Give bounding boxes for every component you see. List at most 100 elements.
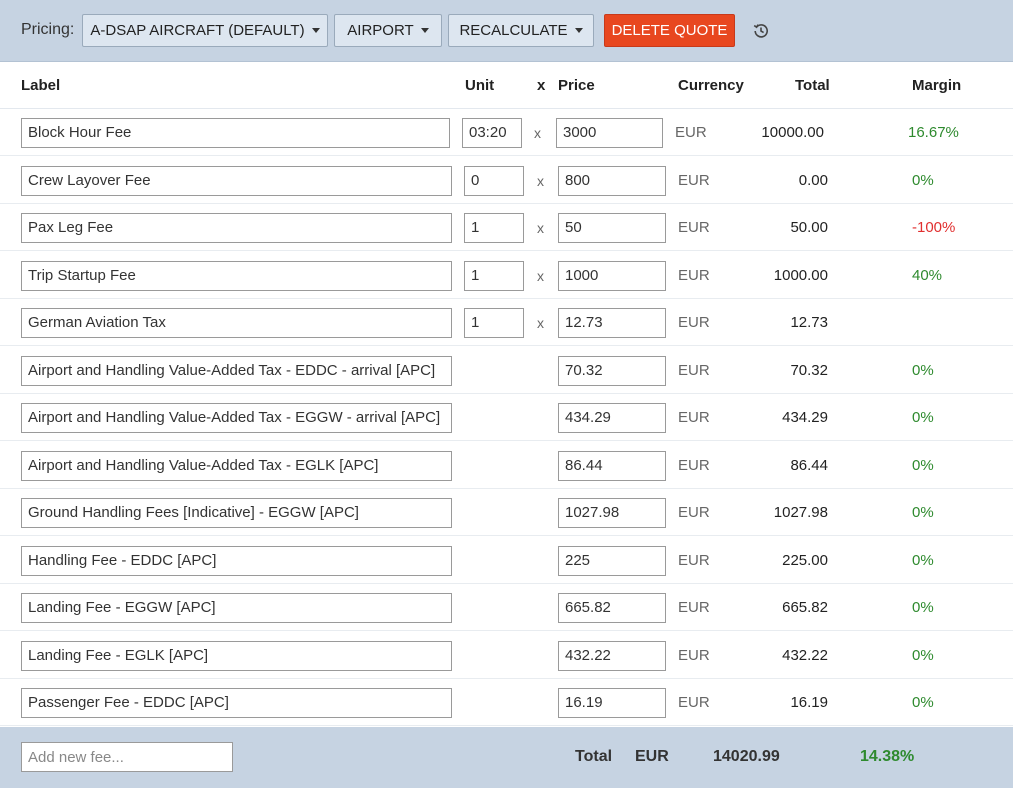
fee-row: Handling Fee - EDDC [APC] 225 EUR 225.00 0%	[0, 537, 1013, 584]
fee-margin: 0%	[912, 694, 934, 711]
fee-row: Airport and Handling Value-Added Tax - E…	[0, 394, 1013, 441]
airport-dropdown-label: AIRPORT	[347, 22, 414, 39]
fee-unit-input[interactable]: 03:20	[462, 118, 522, 148]
fee-total: 12.73	[790, 314, 828, 331]
row-divider	[0, 630, 1013, 631]
recalculate-dropdown-button[interactable]: RECALCULATE	[448, 14, 594, 47]
pricing-label: Pricing:	[21, 21, 75, 38]
pricing-toolbar: Pricing: A-DSAP AIRCRAFT (DEFAULT) AIRPO…	[0, 0, 1013, 62]
fee-row: Ground Handling Fees [Indicative] - EGGW…	[0, 489, 1013, 536]
fee-total: 225.00	[782, 552, 828, 569]
fee-margin: 0%	[912, 504, 934, 521]
fee-currency: EUR	[678, 504, 710, 521]
col-currency: Currency	[678, 77, 744, 94]
fee-unit-input[interactable]: 1	[464, 261, 524, 291]
fee-currency: EUR	[678, 219, 710, 236]
fee-row: Landing Fee - EGGW [APC] 665.82 EUR 665.82 0…	[0, 584, 1013, 631]
fee-price-input[interactable]: 86.44	[558, 451, 666, 481]
fee-currency: EUR	[678, 362, 710, 379]
fee-price-input[interactable]: 665.82	[558, 593, 666, 623]
fee-price-input[interactable]: 16.19	[558, 688, 666, 718]
multiply-sign: x	[537, 173, 544, 189]
fee-total: 10000.00	[761, 124, 824, 141]
fee-margin: 0%	[912, 599, 934, 616]
fee-unit-input[interactable]: 1	[464, 213, 524, 243]
fee-row: Block Hour Fee 03:20 x 3000 EUR 10000.00 16.67…	[0, 109, 1013, 156]
fee-price-input[interactable]: 1027.98	[558, 498, 666, 528]
fee-price-input[interactable]: 434.29	[558, 403, 666, 433]
fee-label-input[interactable]: Pax Leg Fee	[21, 213, 452, 243]
fee-total: 0.00	[798, 172, 828, 189]
col-x: x	[537, 77, 546, 94]
fee-currency: EUR	[678, 172, 710, 189]
fee-price-input[interactable]: 432.22	[558, 641, 666, 671]
fee-total: 86.44	[790, 457, 828, 474]
col-unit: Unit	[465, 77, 495, 94]
multiply-sign: x	[537, 268, 544, 284]
footer-total-label: Total	[575, 748, 613, 765]
fee-row: German Aviation Tax 1 x 12.73 EUR 12.73	[0, 299, 1013, 346]
fee-margin: 16.67%	[908, 124, 959, 141]
airport-dropdown-button[interactable]: AIRPORT	[334, 14, 442, 47]
fee-total: 434.29	[782, 409, 828, 426]
fee-total: 50.00	[790, 219, 828, 236]
fee-label-input[interactable]: Airport and Handling Value-Added Tax - E…	[21, 403, 452, 433]
fee-margin: 0%	[912, 647, 934, 664]
fee-total: 1000.00	[773, 267, 828, 284]
delete-quote-button[interactable]: DELETE QUOTE	[604, 14, 735, 47]
fee-total: 665.82	[782, 599, 828, 616]
fee-currency: EUR	[678, 552, 710, 569]
fee-row: Airport and Handling Value-Added Tax - E…	[0, 347, 1013, 394]
fee-total: 16.19	[790, 694, 828, 711]
col-total: Total	[795, 77, 830, 94]
fee-unit-input[interactable]: 0	[464, 166, 524, 196]
fee-price-input[interactable]: 12.73	[558, 308, 666, 338]
col-label: Label	[21, 77, 61, 94]
fee-price-input[interactable]: 70.32	[558, 356, 666, 386]
fee-total: 1027.98	[773, 504, 828, 521]
fee-total: 432.22	[782, 647, 828, 664]
history-icon[interactable]	[751, 21, 771, 41]
fee-currency: EUR	[678, 647, 710, 664]
fee-label-input[interactable]: Trip Startup Fee	[21, 261, 452, 291]
row-divider	[0, 440, 1013, 441]
fee-row: Passenger Fee - EDDC [APC] 16.19 EUR 16.19 0…	[0, 679, 1013, 726]
aircraft-dropdown-button[interactable]: A-DSAP AIRCRAFT (DEFAULT)	[82, 14, 328, 47]
fee-currency: EUR	[678, 599, 710, 616]
caret-down-icon	[311, 28, 320, 33]
fee-price-input[interactable]: 1000	[558, 261, 666, 291]
table-footer: Total EUR 14020.99 14.38%	[0, 727, 1013, 788]
fee-margin: 40%	[912, 267, 943, 284]
multiply-sign: x	[537, 315, 544, 331]
fee-price-input[interactable]: 50	[558, 213, 666, 243]
fee-margin: 0%	[912, 457, 934, 474]
fee-currency: EUR	[678, 409, 710, 426]
fee-label-input[interactable]: Block Hour Fee	[21, 118, 450, 148]
fee-price-input[interactable]: 3000	[556, 118, 663, 148]
fee-label-input[interactable]: German Aviation Tax	[21, 308, 452, 338]
fee-price-input[interactable]: 800	[558, 166, 666, 196]
footer-currency: EUR	[635, 748, 669, 765]
fee-label-input[interactable]: Airport and Handling Value-Added Tax - E…	[21, 451, 452, 481]
fee-margin: 0%	[912, 409, 934, 426]
footer-margin: 14.38%	[860, 748, 915, 765]
fee-price-input[interactable]: 225	[558, 546, 666, 576]
caret-down-icon	[420, 28, 429, 33]
row-divider	[0, 345, 1013, 346]
fee-label-input[interactable]: Ground Handling Fees [Indicative] - EGGW…	[21, 498, 452, 528]
fee-label-input[interactable]: Landing Fee - EGGW [APC]	[21, 593, 452, 623]
fee-label-input[interactable]: Handling Fee - EDDC [APC]	[21, 546, 452, 576]
fee-label-input[interactable]: Landing Fee - EGLK [APC]	[21, 641, 452, 671]
fee-unit-input[interactable]: 1	[464, 308, 524, 338]
col-price: Price	[558, 77, 595, 94]
fee-label-input[interactable]: Airport and Handling Value-Added Tax - E…	[21, 356, 452, 386]
row-divider	[0, 155, 1013, 156]
fee-label-input[interactable]: Crew Layover Fee	[21, 166, 452, 196]
fee-currency: EUR	[678, 694, 710, 711]
multiply-sign: x	[537, 220, 544, 236]
add-fee-input[interactable]	[21, 742, 233, 772]
multiply-sign: x	[534, 125, 541, 141]
fee-label-input[interactable]: Passenger Fee - EDDC [APC]	[21, 688, 452, 718]
col-margin: Margin	[912, 77, 962, 94]
recalculate-dropdown-label: RECALCULATE	[459, 22, 568, 39]
